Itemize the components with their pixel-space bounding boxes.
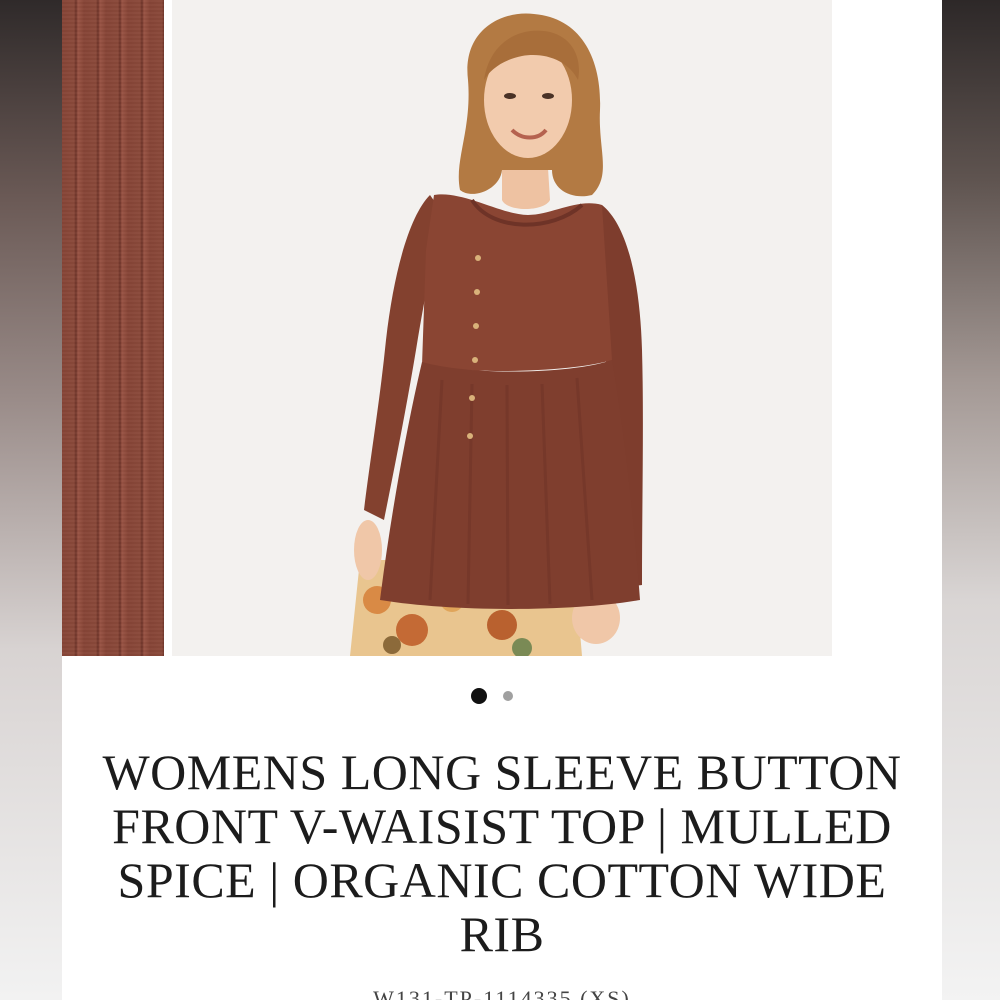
product-title: WOMENS LONG SLEEVE BUTTON FRONT V-WAISIS… [102, 744, 902, 962]
fabric-swatch-image[interactable] [62, 0, 164, 656]
background-blur-right [942, 0, 1000, 1000]
product-sku: W131-TP-1114335 (XS) [373, 986, 631, 1000]
gallery-pagination [62, 686, 942, 706]
pagination-dot-2[interactable] [503, 691, 513, 701]
background-blur-left [0, 0, 62, 1000]
product-photo[interactable] [172, 0, 832, 656]
product-page: WOMENS LONG SLEEVE BUTTON FRONT V-WAISIS… [62, 0, 942, 1000]
product-gallery[interactable] [62, 0, 942, 656]
screenshot-frame: WOMENS LONG SLEEVE BUTTON FRONT V-WAISIS… [0, 0, 1000, 1000]
pagination-dot-1[interactable] [471, 688, 487, 704]
model-illustration [172, 0, 832, 656]
